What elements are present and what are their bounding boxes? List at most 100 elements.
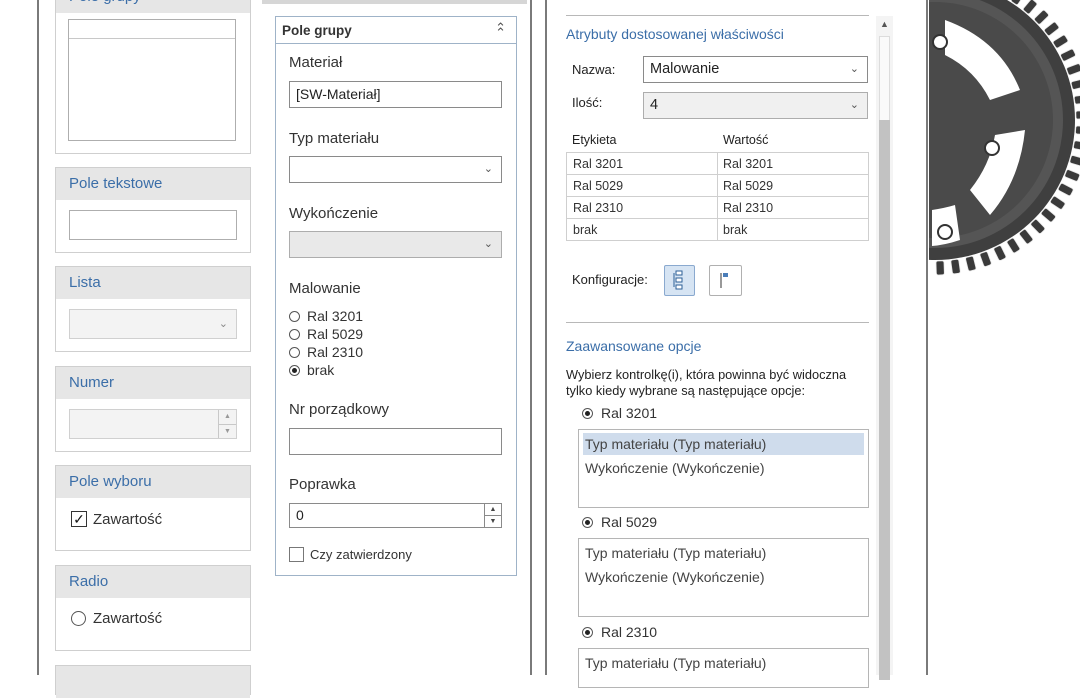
table-body: Ral 3201 Ral 3201 Ral 5029 Ral 5029 Ral … bbox=[566, 152, 869, 241]
config-label: Konfiguracje: bbox=[572, 272, 648, 287]
list-item[interactable]: Wykończenie (Wykończenie) bbox=[583, 566, 864, 588]
spinner-icon: ▲ ▼ bbox=[218, 410, 236, 438]
palette-radio-title: Radio bbox=[56, 566, 250, 598]
chevron-down-icon: ⌄ bbox=[849, 99, 859, 111]
checkbox-label: Zawartość bbox=[93, 511, 163, 528]
group-box: Pole grupy ⌃ ⌃ Materiał [SW-Materiał] Ty… bbox=[275, 16, 517, 576]
palette-number-title: Numer bbox=[56, 367, 250, 399]
table-header-value: Wartość bbox=[723, 133, 769, 147]
painting-option-label: Ral 2310 bbox=[307, 344, 364, 360]
approved-label: Czy zatwierdzony bbox=[310, 547, 412, 562]
palette-radio[interactable]: Radio Zawartość bbox=[55, 565, 251, 651]
config-all-button[interactable] bbox=[664, 265, 695, 296]
group-panel-top bbox=[262, 0, 527, 4]
table-row[interactable]: Ral 5029 bbox=[717, 175, 773, 197]
list-item[interactable]: Typ materiału (Typ materiału) bbox=[583, 652, 864, 674]
order-input[interactable] bbox=[289, 428, 502, 455]
palette-group-box[interactable]: Pole grupy bbox=[55, 0, 251, 154]
controls-listbox[interactable]: Typ materiału (Typ materiału) Wykończeni… bbox=[578, 538, 869, 617]
table-row[interactable]: Ral 5029 bbox=[567, 175, 623, 197]
group-box-header[interactable]: Pole grupy ⌃ ⌃ bbox=[276, 17, 516, 44]
table-row[interactable]: Ral 3201 bbox=[717, 153, 773, 175]
palette-list-title: Lista bbox=[56, 267, 250, 299]
list-item[interactable]: Typ materiału (Typ materiału) bbox=[583, 542, 864, 564]
radio-icon bbox=[289, 329, 300, 340]
controls-listbox[interactable]: Typ materiału (Typ materiału) bbox=[578, 648, 869, 688]
palette-next[interactable] bbox=[55, 665, 251, 698]
material-input[interactable]: [SW-Materiał] bbox=[289, 81, 502, 108]
attributes-title: Atrybuty dostosowanej właściwości bbox=[566, 26, 784, 42]
count-select[interactable]: 4 ⌄ bbox=[643, 92, 868, 119]
advanced-option-label: Ral 3201 bbox=[601, 405, 658, 421]
table-row[interactable]: brak bbox=[717, 219, 747, 241]
radio-icon bbox=[289, 311, 300, 322]
checkbox-checked-icon: ✓ bbox=[71, 511, 87, 527]
advanced-title: Zaawansowane opcje bbox=[566, 338, 702, 354]
painting-label: Malowanie bbox=[289, 280, 361, 297]
revision-stepper[interactable]: 0 ▲ ▼ bbox=[289, 503, 502, 528]
table-row[interactable]: Ral 2310 bbox=[567, 197, 623, 219]
palette-checkbox[interactable]: Pole wyboru ✓ Zawartość bbox=[55, 465, 251, 551]
count-value: 4 bbox=[650, 97, 659, 113]
divider bbox=[566, 15, 869, 16]
table-cell: brak bbox=[573, 223, 598, 237]
table-header-label: Etykieta bbox=[572, 133, 617, 147]
radio-selected-icon bbox=[582, 627, 593, 638]
table-cell: Ral 2310 bbox=[723, 201, 774, 215]
spinner-icon[interactable]: ▲ ▼ bbox=[484, 504, 501, 527]
table-cell: brak bbox=[723, 223, 748, 237]
painting-option-label: Ral 5029 bbox=[307, 326, 364, 342]
chevron-down-icon: ⌄ bbox=[849, 63, 859, 75]
material-type-select[interactable]: ⌄ bbox=[289, 156, 502, 183]
palette-textbox-title: Pole tekstowe bbox=[56, 168, 250, 200]
palette-next-title bbox=[56, 666, 250, 698]
palette-number[interactable]: Numer ▲ ▼ bbox=[55, 366, 251, 452]
painting-option-label: brak bbox=[307, 362, 335, 378]
palette-checkbox-title: Pole wyboru bbox=[56, 466, 250, 498]
palette-textbox[interactable]: Pole tekstowe bbox=[55, 167, 251, 253]
table-cell: Ral 5029 bbox=[723, 179, 774, 193]
table-row[interactable]: Ral 2310 bbox=[717, 197, 773, 219]
finish-select[interactable]: ⌄ bbox=[289, 231, 502, 258]
radio-icon bbox=[71, 611, 86, 626]
table-row[interactable]: Ral 3201 bbox=[567, 153, 623, 175]
chevron-down-icon: ⌄ bbox=[483, 238, 493, 250]
advanced-description-line2: tylko kiedy wybrane są następujące opcje… bbox=[566, 383, 806, 398]
window-border-right bbox=[926, 0, 928, 675]
table-cell: Ral 3201 bbox=[723, 157, 774, 171]
revision-label: Poprawka bbox=[289, 476, 356, 493]
collapse-icon-2: ⌃ bbox=[495, 25, 506, 40]
list-preview: ⌄ bbox=[69, 309, 237, 339]
advanced-description-line1: Wybierz kontrolkę(i), która powinna być … bbox=[566, 367, 847, 382]
list-item[interactable]: Wykończenie (Wykończenie) bbox=[583, 457, 864, 479]
count-label: Ilość: bbox=[572, 95, 603, 110]
textbox-preview bbox=[69, 210, 237, 240]
name-select[interactable]: Malowanie ⌄ bbox=[643, 56, 868, 83]
panel-divider bbox=[530, 0, 532, 675]
config-tree-icon bbox=[673, 270, 683, 290]
radio-label: Zawartość bbox=[93, 610, 163, 627]
controls-listbox[interactable]: Typ materiału (Typ materiału) Wykończeni… bbox=[578, 429, 869, 508]
revision-value: 0 bbox=[296, 507, 304, 523]
config-flag-icon bbox=[720, 273, 728, 288]
group-box-title: Pole grupy bbox=[282, 23, 352, 38]
advanced-option-label: Ral 5029 bbox=[601, 514, 658, 530]
radio-selected-icon bbox=[582, 517, 593, 528]
palette-list[interactable]: Lista ⌄ bbox=[55, 266, 251, 352]
scroll-up-icon[interactable]: ▲ bbox=[876, 16, 893, 33]
chevron-down-icon: ⌄ bbox=[218, 318, 228, 330]
scrollbar[interactable]: ▲ bbox=[876, 16, 893, 680]
radio-selected-icon bbox=[582, 408, 593, 419]
radio-icon bbox=[289, 347, 300, 358]
material-label: Materiał bbox=[289, 54, 343, 71]
list-item-selected[interactable]: Typ materiału (Typ materiału) bbox=[583, 433, 864, 455]
approved-checkbox[interactable] bbox=[289, 547, 304, 562]
sprocket-model-icon[interactable] bbox=[929, 0, 1080, 300]
table-row[interactable]: brak bbox=[567, 219, 597, 241]
config-this-button[interactable] bbox=[709, 265, 742, 296]
scrollbar-track-top bbox=[879, 36, 890, 126]
scrollbar-thumb[interactable] bbox=[879, 120, 890, 680]
panel-divider-right bbox=[545, 0, 547, 675]
chevron-down-icon: ⌄ bbox=[483, 163, 493, 175]
palette-group-title: Pole grupy bbox=[56, 0, 250, 13]
